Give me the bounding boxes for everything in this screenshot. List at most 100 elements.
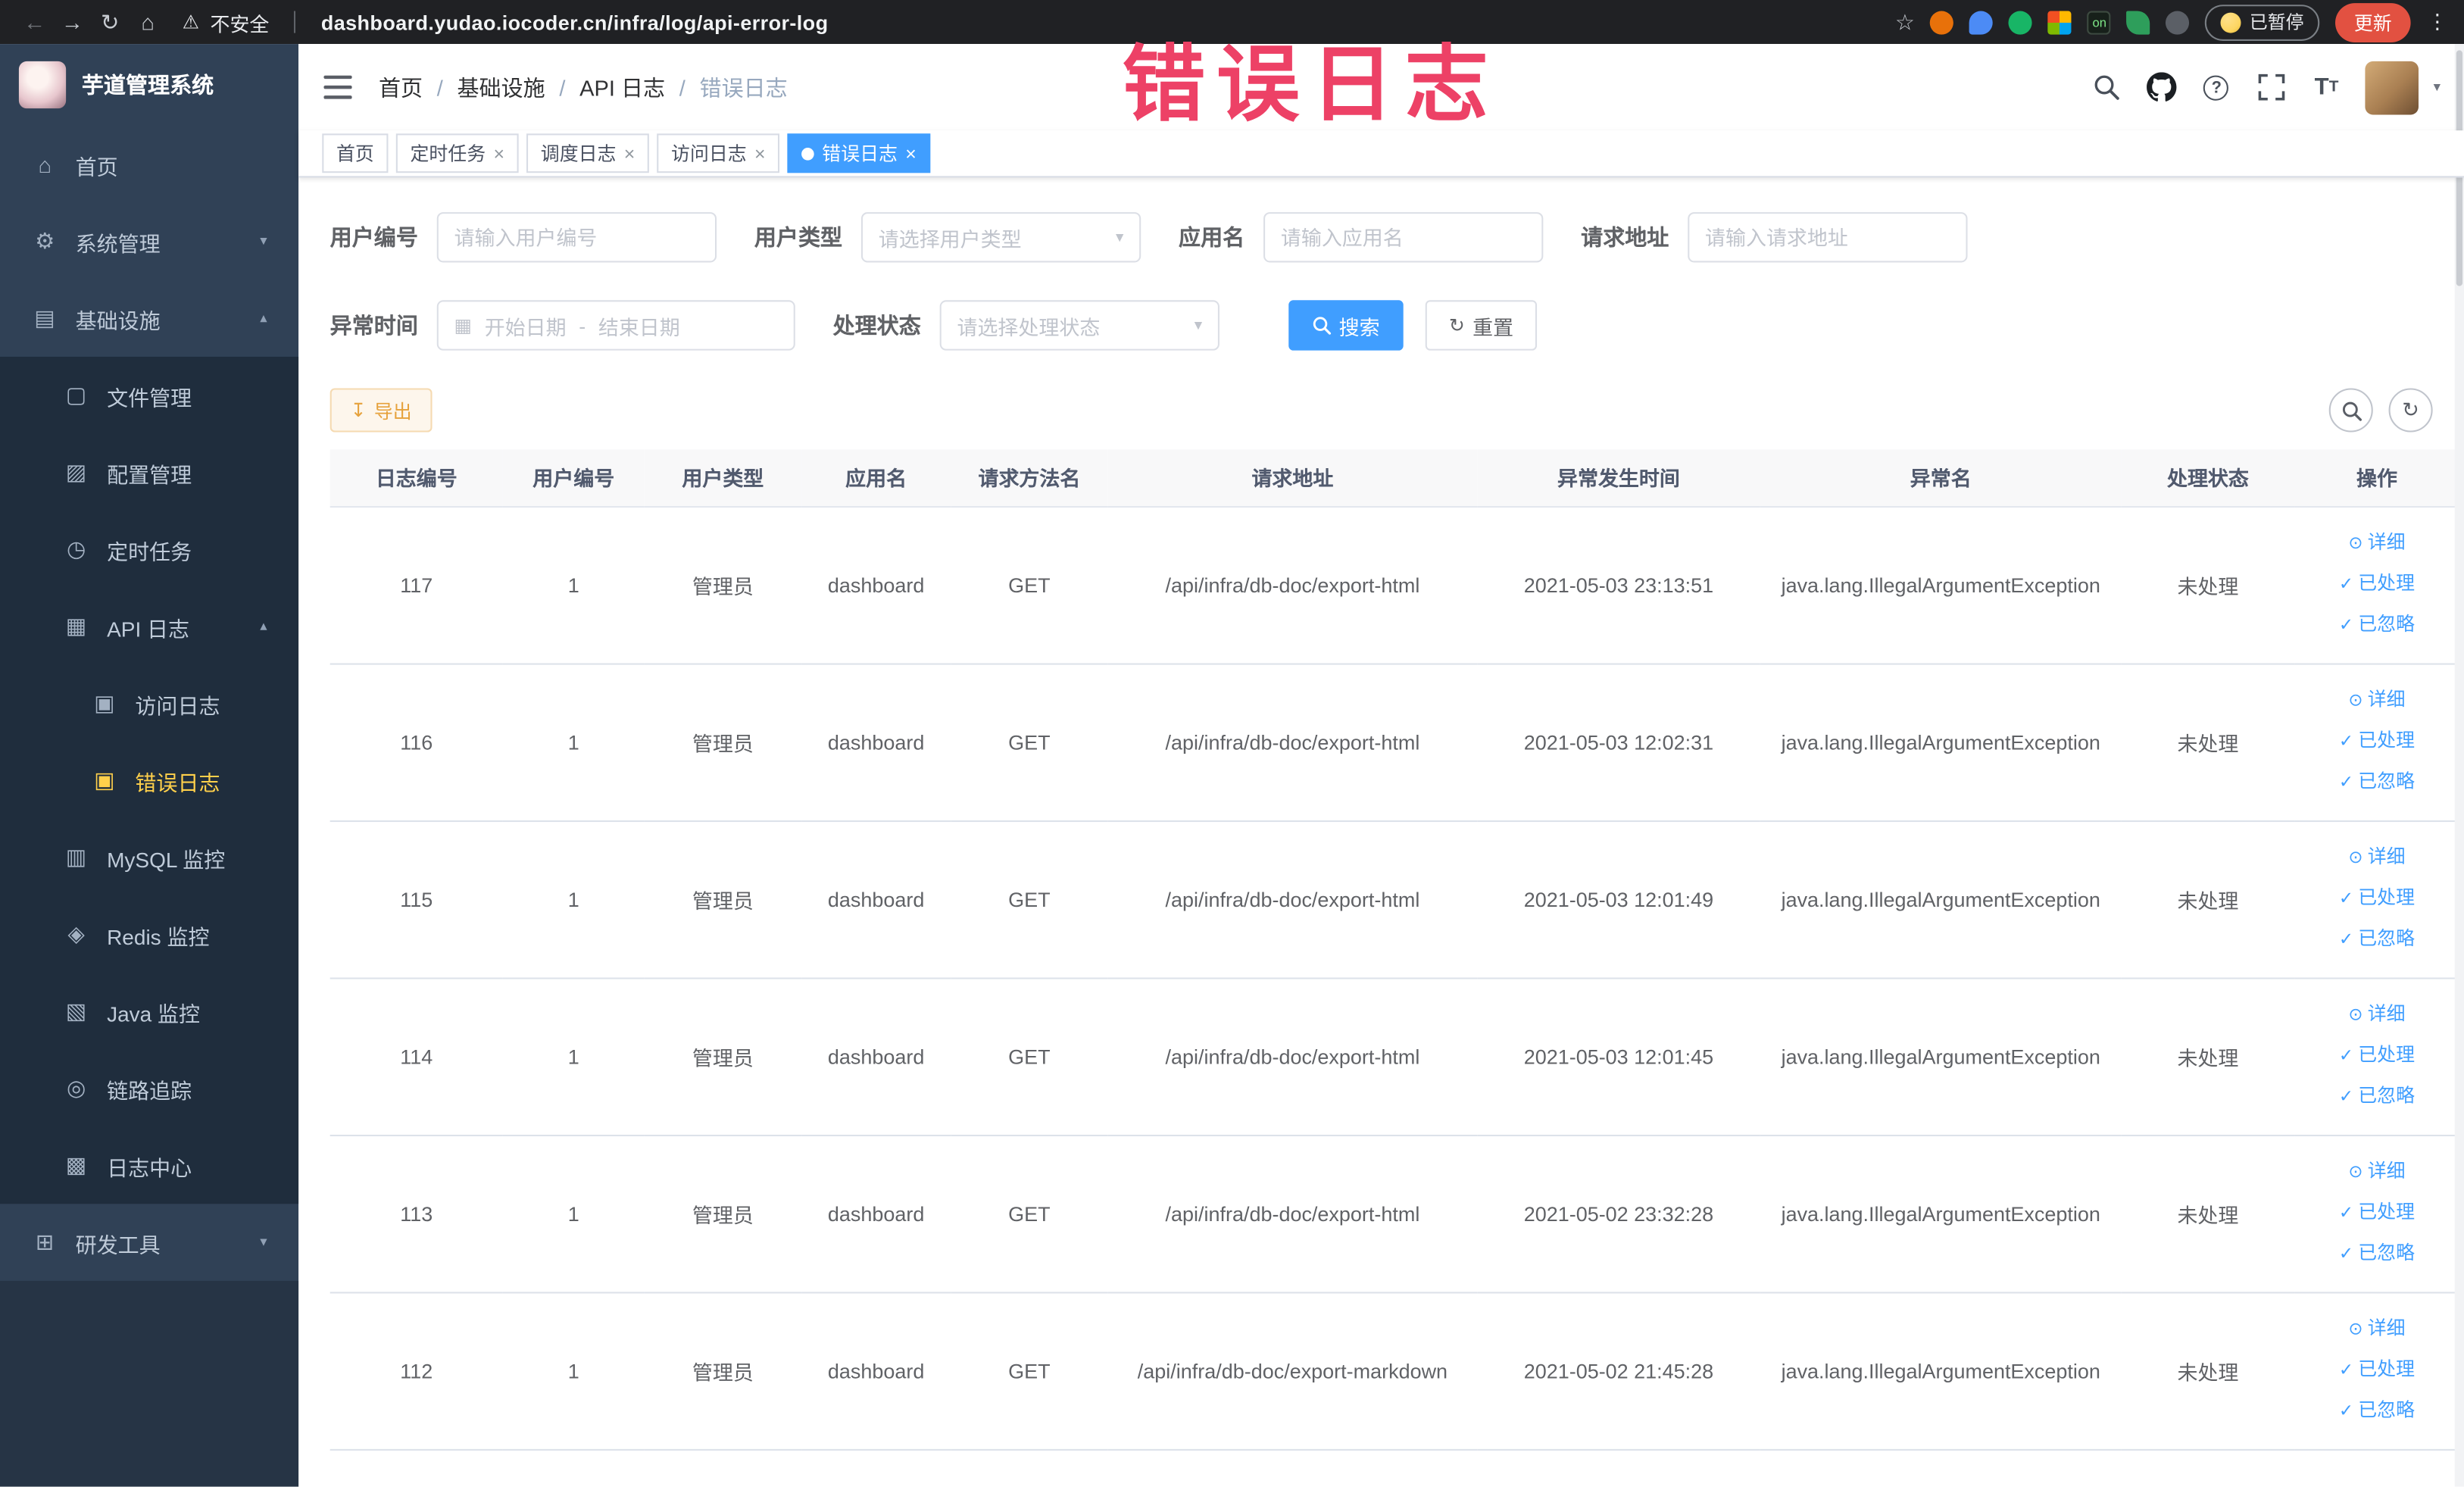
- extension-leaf-icon[interactable]: [2127, 10, 2151, 34]
- close-icon[interactable]: ×: [754, 144, 766, 163]
- breadcrumb-home[interactable]: 首页: [379, 71, 423, 102]
- user-type-select[interactable]: 请选择用户类型 ▾: [860, 212, 1141, 263]
- breadcrumb-infrastructure[interactable]: 基础设施: [458, 71, 545, 102]
- close-icon[interactable]: ×: [624, 144, 636, 163]
- bookmark-star-icon[interactable]: ☆: [1895, 8, 1915, 35]
- avatar[interactable]: [2366, 60, 2419, 114]
- sidebar-item-access-log[interactable]: ▣ 访问日志: [0, 665, 298, 742]
- tab-home[interactable]: 首页: [322, 133, 389, 173]
- refresh-table-button[interactable]: ↻: [2388, 388, 2433, 433]
- detail-link[interactable]: ⊙ 详细: [2294, 995, 2459, 1036]
- mark-ignored-link[interactable]: ✓ 已忽略: [2294, 605, 2459, 646]
- sidebar-item-file-management[interactable]: ▢ 文件管理: [0, 357, 298, 434]
- tab-access-log[interactable]: 访问日志 ×: [657, 133, 780, 173]
- extension-icon[interactable]: [2166, 10, 2191, 34]
- mark-ignored-link[interactable]: ✓ 已忽略: [2294, 920, 2459, 961]
- omnibox[interactable]: ⚠ 不安全 dashboard.yudao.iocoder.cn/infra/l…: [183, 7, 829, 36]
- log-center-icon: ▩: [65, 1151, 87, 1177]
- mark-ignored-link[interactable]: ✓ 已忽略: [2294, 1234, 2459, 1275]
- search-icon[interactable]: [2091, 71, 2122, 102]
- mark-ignored-link[interactable]: ✓ 已忽略: [2294, 1391, 2459, 1432]
- start-date-placeholder: 开始日期: [484, 314, 567, 339]
- detail-link[interactable]: ⊙ 详细: [2294, 523, 2459, 564]
- detail-link[interactable]: ⊙ 详细: [2294, 838, 2459, 879]
- sidebar-item-redis-monitor[interactable]: ◈ Redis 监控: [0, 896, 298, 973]
- sidebar-collapse-icon[interactable]: [322, 71, 353, 102]
- mark-processed-link[interactable]: ✓ 已处理: [2294, 721, 2459, 762]
- sidebar-item-label: 配置管理: [107, 462, 192, 487]
- sidebar: 芋道管理系统 ⌂ 首页 ⚙ 系统管理 ▾ ▤ 基础设施 ▴ ▢ 文件管理 ▨ 配…: [0, 44, 299, 1487]
- mark-processed-link[interactable]: ✓ 已处理: [2294, 1193, 2459, 1234]
- page-scrollbar[interactable]: [2454, 44, 2464, 1487]
- extension-icon[interactable]: [2009, 10, 2033, 34]
- browser-forward-icon[interactable]: →: [54, 9, 92, 34]
- sidebar-item-trace[interactable]: ◎ 链路追踪: [0, 1050, 298, 1127]
- sidebar-item-api-log[interactable]: ▦ API 日志 ▴: [0, 588, 298, 665]
- sidebar-item-log-center[interactable]: ▩ 日志中心: [0, 1127, 298, 1204]
- reset-button[interactable]: ↻ 重置: [1425, 300, 1538, 351]
- browser-back-icon[interactable]: ←: [16, 9, 54, 34]
- sidebar-item-scheduled-tasks[interactable]: ◷ 定时任务: [0, 511, 298, 588]
- sidebar-item-error-log[interactable]: ▣ 错误日志: [0, 742, 298, 819]
- sidebar-item-mysql-monitor[interactable]: ▥ MySQL 监控: [0, 819, 298, 896]
- close-icon[interactable]: ×: [494, 144, 505, 163]
- tab-error-log[interactable]: 错误日志 ×: [787, 133, 931, 173]
- toggle-search-button[interactable]: [2328, 388, 2373, 433]
- col-log-id: 日志编号: [329, 449, 503, 508]
- tab-schedule-log[interactable]: 调度日志 ×: [526, 133, 650, 173]
- page-url[interactable]: dashboard.yudao.iocoder.cn/infra/log/api…: [321, 10, 829, 33]
- sidebar-logo: 芋道管理系统: [0, 44, 298, 126]
- mark-ignored-link[interactable]: ✓ 已忽略: [2294, 1076, 2459, 1117]
- check-icon: ✓: [2338, 889, 2354, 909]
- tab-scheduled-tasks[interactable]: 定时任务 ×: [395, 133, 519, 173]
- sidebar-item-home[interactable]: ⌂ 首页: [0, 126, 298, 203]
- close-icon[interactable]: ×: [905, 144, 917, 163]
- browser-reload-icon[interactable]: ↻: [91, 8, 129, 35]
- request-url-input[interactable]: [1688, 212, 1968, 263]
- cell-log-id: 113: [329, 1134, 503, 1293]
- extension-icon[interactable]: [1930, 10, 1954, 34]
- github-icon[interactable]: [2146, 71, 2177, 102]
- browser-menu-icon[interactable]: ⋮: [2426, 9, 2448, 34]
- browser-update-button[interactable]: 更新: [2334, 2, 2411, 42]
- ignored-link-label: 已忽略: [2358, 1242, 2416, 1264]
- user-id-input[interactable]: [436, 212, 717, 263]
- sidebar-item-label: API 日志: [107, 617, 190, 641]
- mark-ignored-link[interactable]: ✓ 已忽略: [2294, 762, 2459, 803]
- eye-icon: ⊙: [2348, 1005, 2363, 1025]
- extension-on-icon[interactable]: on: [2088, 10, 2112, 34]
- search-button[interactable]: 搜索: [1288, 300, 1404, 351]
- caret-down-icon[interactable]: ▾: [2434, 79, 2441, 96]
- extension-icon[interactable]: [2048, 10, 2072, 34]
- mark-processed-link[interactable]: ✓ 已处理: [2294, 1036, 2459, 1076]
- header-actions: ? TT ▾: [2091, 60, 2441, 114]
- cell-app-name: dashboard: [801, 663, 951, 822]
- export-button[interactable]: ↧ 导出: [329, 388, 433, 433]
- breadcrumb-api-log[interactable]: API 日志: [579, 71, 665, 102]
- sidebar-item-infrastructure[interactable]: ▤ 基础设施 ▴: [0, 280, 298, 357]
- detail-link[interactable]: ⊙ 详细: [2294, 1152, 2459, 1193]
- browser-home-icon[interactable]: ⌂: [129, 9, 167, 34]
- ignored-link-label: 已忽略: [2358, 1398, 2416, 1421]
- fullscreen-icon[interactable]: [2256, 71, 2287, 102]
- sidebar-item-java-monitor[interactable]: ▧ Java 监控: [0, 973, 298, 1050]
- extension-icon[interactable]: [1969, 10, 1994, 34]
- help-icon[interactable]: ?: [2201, 71, 2232, 102]
- mark-processed-link[interactable]: ✓ 已处理: [2294, 879, 2459, 920]
- date-separator: -: [579, 313, 586, 338]
- font-size-icon[interactable]: TT: [2311, 71, 2342, 102]
- sidebar-item-system[interactable]: ⚙ 系统管理 ▾: [0, 203, 298, 280]
- process-status-select[interactable]: 请选择处理状态 ▾: [939, 300, 1220, 351]
- user-type-label: 用户类型: [754, 224, 843, 250]
- mark-processed-link[interactable]: ✓ 已处理: [2294, 1350, 2459, 1391]
- sidebar-item-dev-tools[interactable]: ⊞ 研发工具 ▾: [0, 1204, 298, 1281]
- app-name-input[interactable]: [1263, 212, 1544, 263]
- cell-user-id: 1: [502, 1292, 645, 1450]
- detail-link[interactable]: ⊙ 详细: [2294, 680, 2459, 721]
- sidebar-item-config-management[interactable]: ▨ 配置管理: [0, 434, 298, 511]
- detail-link[interactable]: ⊙ 详细: [2294, 1309, 2459, 1350]
- paused-badge[interactable]: 已暂停: [2205, 4, 2320, 40]
- refresh-icon: ↻: [1448, 314, 1465, 336]
- date-range-picker[interactable]: ▦ 开始日期 - 结束日期: [436, 300, 795, 351]
- mark-processed-link[interactable]: ✓ 已处理: [2294, 564, 2459, 605]
